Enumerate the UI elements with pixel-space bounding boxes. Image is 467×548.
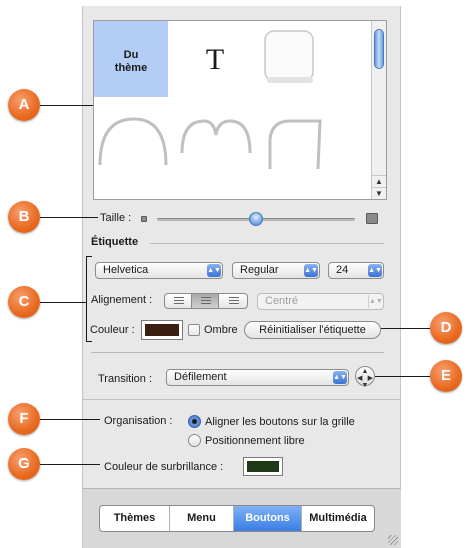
font-style-popup[interactable]: Regular ▲▼ [232, 262, 320, 279]
etiquette-heading: Étiquette [91, 236, 139, 248]
callout-e: E [430, 360, 462, 392]
chevron-updown-icon: ▲▼ [368, 264, 382, 277]
size-small-icon [141, 216, 147, 222]
font-style-value: Regular [240, 264, 279, 276]
thumb-slanted[interactable] [260, 105, 334, 181]
resize-grip-icon[interactable] [388, 535, 398, 545]
slanted-shape-icon [268, 119, 322, 170]
align-right-icon [229, 297, 239, 306]
color-label: Couleur : [90, 324, 135, 336]
radio-align-grid-label: Aligner les boutons sur la grille [205, 416, 355, 428]
tab-buttons[interactable]: Boutons [234, 506, 302, 531]
transition-direction-control[interactable]: ▲ ◀ ▶ ▼ [355, 366, 375, 389]
transition-label: Transition : [98, 373, 153, 385]
highlight-color-label: Couleur de surbrillance : [104, 461, 224, 473]
arrow-up-icon: ▲ [361, 368, 369, 375]
arrow-left-icon: ◀ [357, 375, 363, 382]
transition-popup[interactable]: Défilement ▲▼ [166, 369, 349, 386]
arrow-lr-row: ◀ ▶ [356, 375, 374, 382]
thumb-text-glyph: T [205, 43, 225, 76]
radio-align-grid[interactable] [188, 415, 201, 428]
thumb-heart[interactable] [178, 105, 252, 181]
callout-c: C [8, 286, 40, 318]
align-center-icon [201, 297, 211, 306]
callout-g: G [8, 448, 40, 480]
arrow-down-icon: ▼ [361, 382, 369, 389]
arch-shape-icon [98, 117, 168, 166]
label-color-fill [145, 324, 179, 336]
radio-free-position[interactable] [188, 434, 201, 447]
etiquette-separator [150, 243, 384, 244]
radio-free-position-label: Positionnement libre [205, 435, 305, 447]
size-label: Taille : [100, 212, 132, 224]
font-size-value: 24 [336, 264, 349, 276]
highlight-color-fill [247, 461, 279, 472]
arrow-right-icon: ▶ [367, 375, 373, 382]
inspector-tabs: Thèmes Menu Boutons Multimédia [99, 505, 375, 532]
chevron-updown-icon: ▲▼ [333, 371, 347, 384]
reset-label-button[interactable]: Réinitialiser l'étiquette [244, 321, 381, 339]
alignment-label: Alignement : [91, 294, 153, 306]
callout-f: F [8, 403, 40, 435]
thumb-theme-label-1: Du [123, 49, 139, 61]
organisation-separator [83, 399, 401, 400]
align-left-button[interactable] [164, 293, 192, 309]
chevron-updown-icon: ▲▼ [304, 264, 318, 277]
callout-b-leader [40, 217, 98, 218]
scrollbar-thumb[interactable] [374, 29, 384, 69]
callout-a-leader [40, 105, 93, 106]
vertical-alignment-value: Centré [265, 295, 299, 307]
align-right-button[interactable] [218, 293, 248, 309]
vertical-alignment-popup[interactable]: Centré ▲▼ [257, 293, 384, 310]
callout-d: D [430, 312, 462, 344]
align-left-icon [174, 297, 184, 306]
thumb-text-only[interactable]: T [178, 21, 252, 97]
font-size-popup[interactable]: 24 ▲▼ [328, 262, 384, 279]
thumbs-scrollbar[interactable]: ▲ ▼ [371, 21, 386, 199]
scroll-down-arrow-icon[interactable]: ▼ [372, 187, 386, 199]
chevron-updown-icon: ▲▼ [368, 295, 383, 308]
chevron-updown-icon: ▲▼ [207, 264, 221, 277]
button-shape-grid: Du thème T ▲ ▼ [93, 20, 387, 200]
thumb-rounded-rect[interactable] [260, 21, 334, 97]
align-center-button[interactable] [191, 293, 219, 309]
thumb-theme-label-2: thème [114, 62, 148, 74]
callout-b: B [8, 201, 40, 233]
shadow-checkbox[interactable] [188, 324, 200, 336]
organisation-label: Organisation : [104, 415, 173, 427]
size-slider-knob[interactable] [249, 212, 263, 226]
callout-g-leader [40, 464, 100, 465]
tab-themes[interactable]: Thèmes [100, 506, 170, 531]
callout-d-leader [381, 328, 430, 329]
callout-a: A [8, 89, 40, 121]
transition-value: Défilement [174, 371, 227, 383]
heart-shape-icon [180, 119, 252, 154]
shadow-label: Ombre [204, 324, 238, 336]
highlight-color-well[interactable] [243, 457, 283, 476]
tab-menu[interactable]: Menu [170, 506, 234, 531]
callout-f-leader [40, 419, 100, 420]
callout-c-leader [40, 302, 86, 303]
callout-c-bracket [86, 256, 92, 342]
size-large-icon [366, 213, 378, 224]
tab-multimedia[interactable]: Multimédia [302, 506, 374, 531]
thumb-from-theme[interactable]: Du thème [94, 21, 168, 97]
font-family-value: Helvetica [103, 264, 149, 276]
label-color-well[interactable] [141, 320, 183, 340]
transition-separator [91, 352, 384, 353]
font-family-popup[interactable]: Helvetica ▲▼ [95, 262, 223, 279]
thumb-arch[interactable] [94, 105, 168, 181]
scroll-up-arrow-icon[interactable]: ▲ [372, 175, 386, 187]
rounded-rect-shape-icon [264, 30, 314, 83]
callout-e-leader [375, 376, 430, 377]
